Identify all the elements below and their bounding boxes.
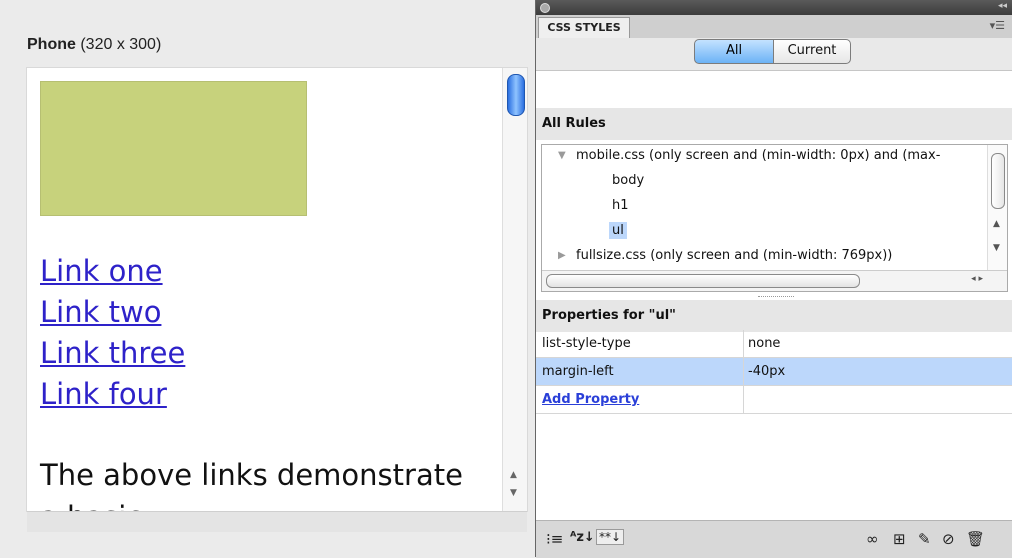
placeholder-box — [40, 81, 307, 216]
rule-body[interactable]: body — [612, 173, 644, 188]
panel-menu-icon[interactable]: ▾☰ — [990, 19, 1005, 32]
table-row: Add Property — [536, 386, 1012, 414]
property-name[interactable]: margin-left — [542, 358, 614, 385]
properties-header: Properties for "ul" — [536, 300, 1012, 332]
new-rule-icon[interactable]: ⊞ — [893, 530, 906, 548]
scroll-down-icon[interactable]: ▼ — [510, 488, 517, 498]
column-divider — [743, 358, 744, 385]
scroll-up-icon[interactable]: ▲ — [993, 219, 1000, 229]
rule-h1[interactable]: h1 — [612, 198, 629, 213]
table-row[interactable]: list-style-type none — [536, 330, 1012, 358]
alpha-sort-icon[interactable]: ᴬz↓ — [570, 530, 595, 545]
scroll-down-icon[interactable]: ▼ — [993, 243, 1000, 253]
rule-mobile-css[interactable]: mobile.css (only screen and (min-width: … — [576, 148, 940, 163]
body-paragraph: The above links demonstrate a basic — [40, 458, 463, 511]
tab-css-styles[interactable]: CSS STYLES — [538, 17, 630, 39]
panel-tabstrip: CSS STYLES ▾☰ — [536, 15, 1012, 39]
preview-bottom-bar — [27, 511, 527, 532]
panel-titlebar[interactable]: ◂◂ — [536, 0, 1012, 15]
phone-content: Link one Link two Link three Link four T… — [27, 68, 502, 511]
rule-fullsize-css[interactable]: fullsize.css (only screen and (min-width… — [576, 248, 892, 263]
link-list: Link one Link two Link three Link four — [40, 251, 185, 415]
panel-bottom-toolbar: ⁝≡ ᴬz↓ **↓ ∞ ⊞ ✎ ⊘ 🗑 — [536, 520, 1012, 558]
preview-vertical-scrollbar[interactable]: ▲ ▼ — [502, 68, 527, 511]
scroll-thumb[interactable] — [507, 74, 525, 116]
collapse-icon[interactable]: ◂◂ — [998, 1, 1007, 11]
current-toggle-button[interactable]: Current — [773, 39, 851, 64]
phone-preview: Link one Link two Link three Link four T… — [27, 68, 527, 511]
expand-triangle-icon[interactable]: ▼ — [558, 150, 566, 161]
disable-property-icon[interactable]: ⊘ — [942, 530, 955, 548]
collapsed-triangle-icon[interactable]: ▶ — [558, 250, 566, 261]
property-name[interactable]: list-style-type — [542, 330, 631, 357]
list-item: Link three — [40, 333, 185, 374]
column-divider — [743, 330, 744, 357]
link-four[interactable]: Link four — [40, 377, 167, 411]
preview-title: Phone (320 x 300) — [27, 36, 161, 54]
close-icon[interactable] — [540, 3, 550, 13]
preview-device-size: (320 x 300) — [80, 36, 162, 53]
attach-stylesheet-icon[interactable]: ∞ — [866, 530, 879, 548]
add-property-link[interactable]: Add Property — [542, 386, 639, 413]
scroll-arrows-icon[interactable]: ◂ ▸ — [971, 274, 983, 284]
category-view-icon[interactable]: ⁝≡ — [546, 530, 563, 548]
link-one[interactable]: Link one — [40, 254, 163, 288]
edit-rule-icon[interactable]: ✎ — [918, 530, 931, 548]
pane-resize-grip[interactable] — [758, 296, 794, 297]
rules-tree: ▼ mobile.css (only screen and (min-width… — [541, 144, 1008, 292]
list-item: Link two — [40, 292, 185, 333]
list-item: Link four — [40, 374, 185, 415]
column-divider — [743, 386, 744, 413]
rule-ul-label: ul — [609, 222, 627, 239]
property-value[interactable]: none — [748, 330, 780, 357]
rules-horizontal-scrollbar[interactable]: ◂ ▸ — [542, 270, 1007, 291]
css-styles-panel: ◂◂ CSS STYLES ▾☰ All Current All Rules ▼… — [535, 0, 1012, 558]
link-three[interactable]: Link three — [40, 336, 185, 370]
scroll-up-icon[interactable]: ▲ — [510, 470, 517, 480]
table-row[interactable]: margin-left -40px — [536, 358, 1012, 386]
delete-icon[interactable]: 🗑 — [966, 530, 985, 548]
property-value[interactable]: -40px — [748, 358, 785, 385]
scroll-thumb[interactable] — [991, 153, 1005, 209]
scroll-thumb[interactable] — [546, 274, 860, 288]
preview-device-name: Phone — [27, 36, 76, 53]
list-item: Link one — [40, 251, 185, 292]
all-rules-header: All Rules — [536, 108, 1012, 140]
all-toggle-button[interactable]: All — [694, 39, 774, 64]
rule-ul[interactable]: ul — [609, 222, 627, 239]
properties-table: list-style-type none margin-left -40px A… — [536, 330, 1012, 414]
link-two[interactable]: Link two — [40, 295, 161, 329]
rules-vertical-scrollbar[interactable]: ▲ ▼ — [987, 145, 1007, 271]
set-properties-toggle-icon[interactable]: **↓ — [596, 529, 625, 545]
